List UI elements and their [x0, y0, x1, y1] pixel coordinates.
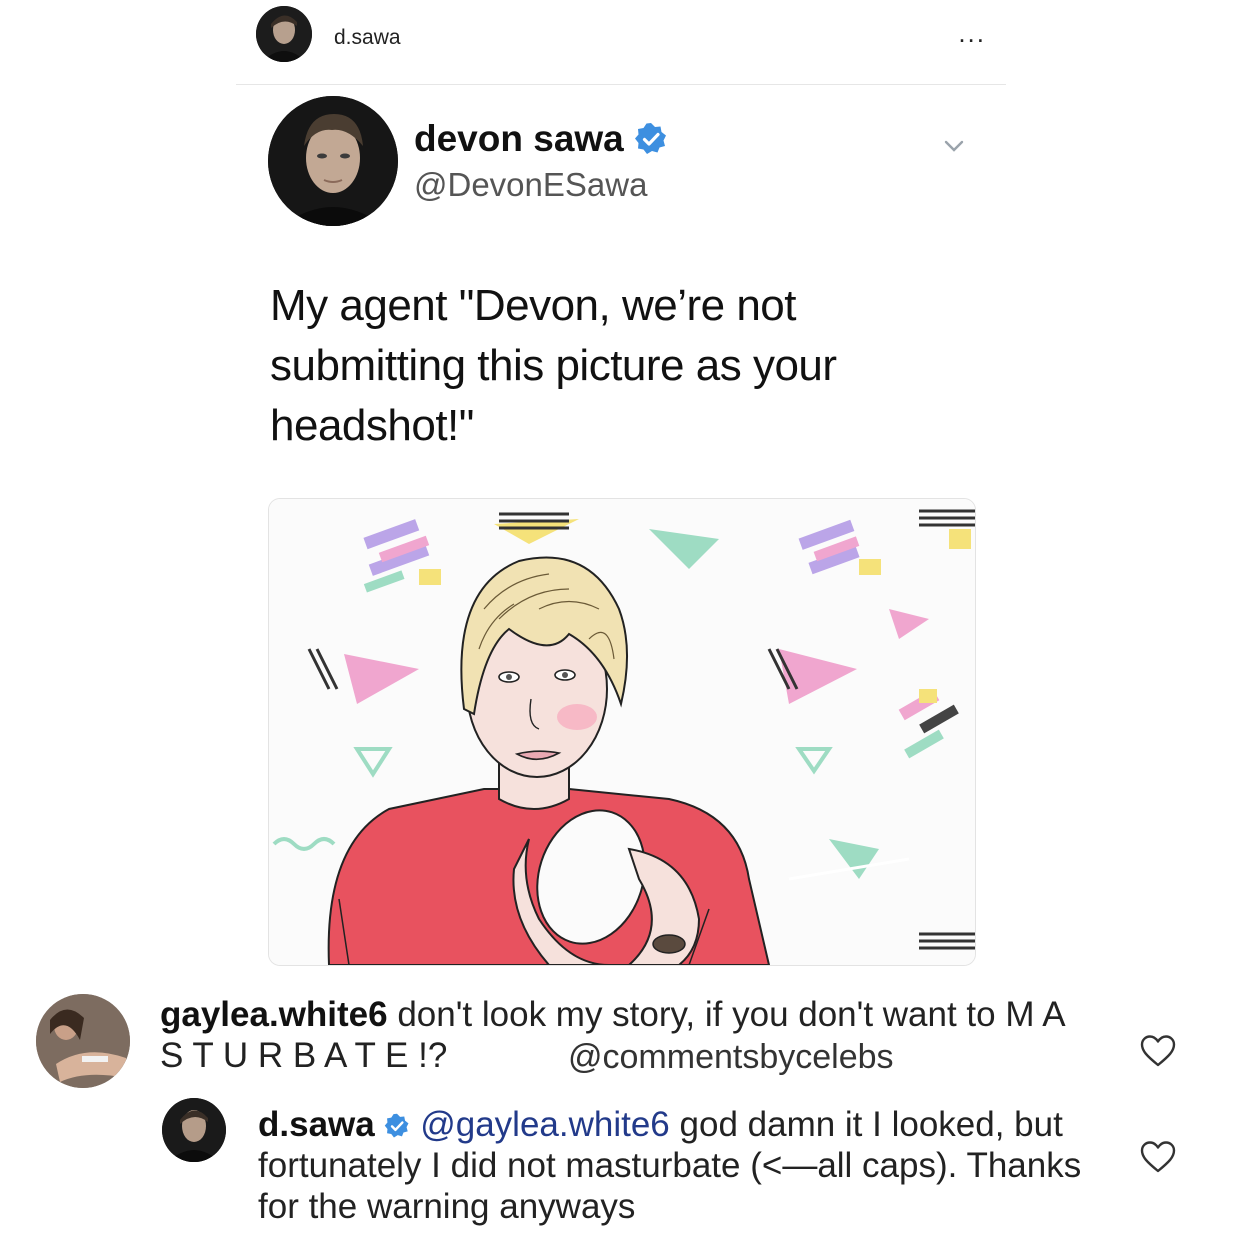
verified-badge-icon: [385, 1113, 409, 1138]
tweet-card: devon sawa @DevonESawa My agent "Devon, …: [268, 96, 988, 976]
post-author-avatar[interactable]: [256, 6, 312, 62]
comment-mention[interactable]: @gaylea.white6: [420, 1105, 670, 1144]
tweet-image: [268, 498, 976, 966]
comment-username[interactable]: d.sawa: [258, 1105, 375, 1144]
comment: gaylea.white6 don't look my story, if yo…: [36, 994, 1216, 1090]
verified-badge-icon: [634, 123, 666, 154]
heart-outline-icon[interactable]: [1140, 1140, 1176, 1174]
heart-outline-icon[interactable]: [1140, 1034, 1176, 1068]
tweet-author-avatar: [268, 96, 398, 226]
tweet-display-name-text: devon sawa: [414, 118, 624, 159]
tweet-display-name: devon sawa: [414, 118, 668, 160]
comment-body: d.sawa @gaylea.white6 god damn it I look…: [258, 1104, 1118, 1227]
commenter-avatar[interactable]: [162, 1098, 226, 1162]
post-username[interactable]: d.sawa: [334, 26, 401, 50]
watermark-text: @commentsbycelebs: [568, 1038, 894, 1076]
tweet-text: My agent "Devon, we’re not submitting th…: [270, 281, 837, 450]
header-divider: [236, 84, 1006, 85]
post-header: d.sawa ...: [256, 6, 1006, 72]
chevron-down-icon[interactable]: [940, 132, 968, 160]
commenter-avatar[interactable]: [36, 994, 130, 1088]
comment-text: god damn it I looked, but fortunately I …: [258, 1105, 1082, 1226]
comment-reply: d.sawa @gaylea.white6 god damn it I look…: [162, 1098, 1222, 1238]
comment-username[interactable]: gaylea.white6: [160, 995, 388, 1034]
more-options-icon[interactable]: ...: [958, 18, 986, 49]
tweet-handle: @DevonESawa: [414, 166, 648, 203]
